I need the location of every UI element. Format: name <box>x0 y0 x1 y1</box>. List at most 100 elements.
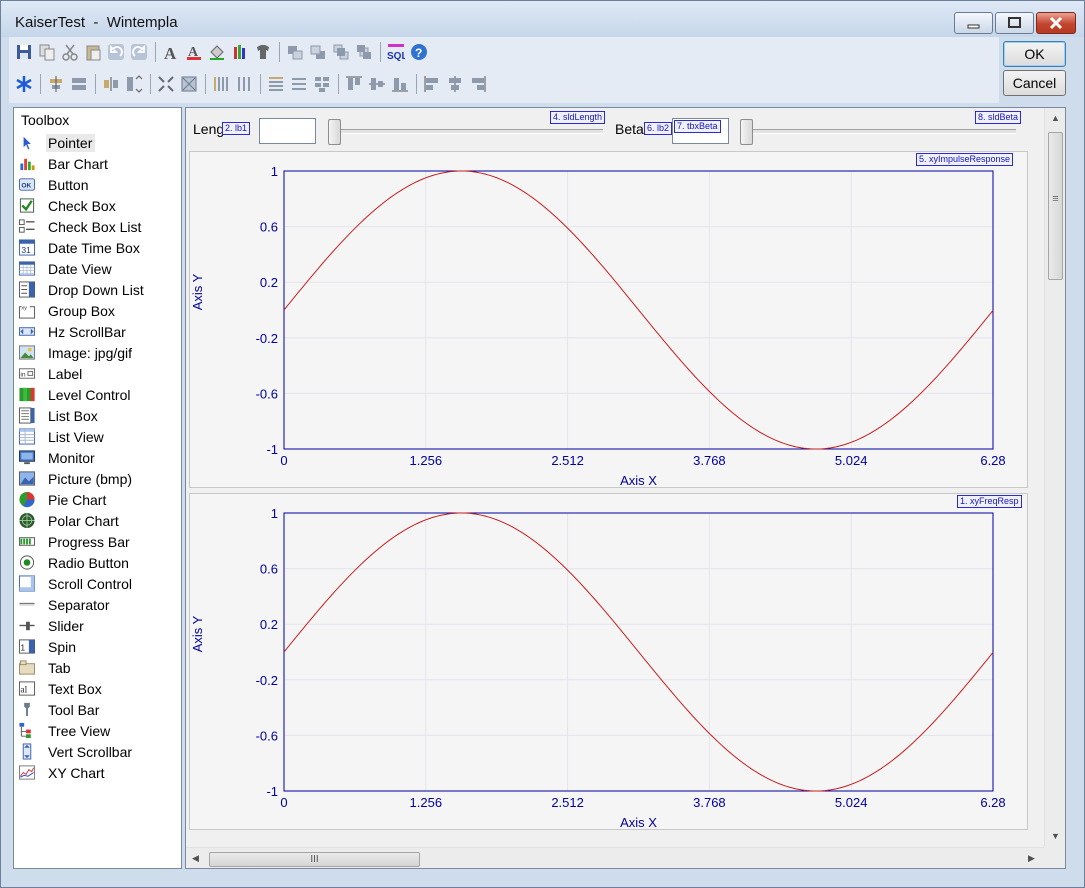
font-icon: A <box>164 44 177 61</box>
picture-icon <box>17 470 37 488</box>
tab-order-icon <box>16 76 32 92</box>
toolbox-item-monitor[interactable]: Monitor <box>17 447 177 468</box>
sql-button[interactable]: SQL <box>385 41 407 63</box>
length-label[interactable]: Leng <box>193 121 224 137</box>
send-back-button[interactable] <box>353 41 375 63</box>
toolbox-item-separator[interactable]: Separator <box>17 594 177 615</box>
align-middle-button[interactable] <box>366 73 388 95</box>
toolbox-item-list-view[interactable]: List View <box>17 426 177 447</box>
scroll-right-icon[interactable]: ▶ <box>1028 853 1035 864</box>
shirt-button[interactable] <box>252 41 274 63</box>
font-button[interactable]: A <box>160 41 182 63</box>
toolbox-item-radio-button[interactable]: Radio Button <box>17 552 177 573</box>
toolbox-item-bar-chart[interactable]: Bar Chart <box>17 153 177 174</box>
expand-button[interactable] <box>178 73 200 95</box>
rows-button[interactable] <box>265 73 287 95</box>
toolbox-item-list-box[interactable]: List Box <box>17 405 177 426</box>
check-box-icon <box>19 198 35 213</box>
minimize-button[interactable] <box>954 12 993 34</box>
align-center-button[interactable] <box>444 73 466 95</box>
scroll-left-icon[interactable]: ◀ <box>192 853 199 864</box>
toolbox-item-date-time-box[interactable]: 31 Date Time Box <box>17 237 177 258</box>
align-bottom-button[interactable] <box>389 73 411 95</box>
toolbox-item-date-view[interactable]: Date View <box>17 258 177 279</box>
cut-button[interactable] <box>59 41 81 63</box>
toolbox-item-tab[interactable]: Tab <box>17 657 177 678</box>
vertical-scrollbar[interactable]: ▲ ≡ ▼ <box>1044 108 1065 847</box>
close-button[interactable] <box>1036 12 1076 34</box>
align-center-icon <box>449 76 461 92</box>
svg-text:SQL: SQL <box>387 51 405 61</box>
rows-narrow-button[interactable] <box>288 73 310 95</box>
center-vertical-button[interactable] <box>68 73 90 95</box>
scroll-down-icon[interactable]: ▼ <box>1051 831 1060 841</box>
toolbox-item-hz-scrollbar[interactable]: Hz ScrollBar <box>17 321 177 342</box>
bring-forward-button[interactable] <box>284 41 306 63</box>
columns-button[interactable] <box>210 73 232 95</box>
toolbox-item-tree-view[interactable]: Tree View <box>17 720 177 741</box>
align-left-button[interactable] <box>421 73 443 95</box>
toolbox-item-progress-bar[interactable]: Progress Bar <box>17 531 177 552</box>
tab-order-button[interactable] <box>13 73 35 95</box>
y-tick-label: 0.2 <box>260 617 278 632</box>
toolbox-item-label: Slider <box>48 617 84 634</box>
vertical-scroll-thumb[interactable]: ≡ <box>1048 132 1063 280</box>
beta-label[interactable]: Beta <box>615 121 644 137</box>
font-color-button[interactable]: A <box>183 41 205 63</box>
impulse-response-chart[interactable]: 0 1.256 2.512 3.768 5.024 6.28 1 0.6 0.2 -0.2 -0.6… <box>189 151 1028 488</box>
send-backward-button[interactable] <box>307 41 329 63</box>
toolbox-item-spin[interactable]: 1 Spin <box>17 636 177 657</box>
toolbox-item-check-box[interactable]: Check Box <box>17 195 177 216</box>
paste-button[interactable] <box>82 41 104 63</box>
scroll-up-icon[interactable]: ▲ <box>1051 113 1060 123</box>
align-top-button[interactable] <box>343 73 365 95</box>
toolbox-item-check-box-list[interactable]: Check Box List <box>17 216 177 237</box>
center-horizontal-button[interactable] <box>45 73 67 95</box>
toolbox-item-drop-down-list[interactable]: Drop Down List <box>17 279 177 300</box>
columns-narrow-button[interactable] <box>233 73 255 95</box>
length-slider-thumb[interactable] <box>328 119 341 145</box>
toolbox-item-label: Pie Chart <box>48 491 107 508</box>
align-right-button[interactable] <box>467 73 489 95</box>
toolbox-item-vert-scrollbar[interactable]: Vert Scrollbar <box>17 741 177 762</box>
space-horizontal-button[interactable] <box>100 73 122 95</box>
toolbox-item-image[interactable]: Image: jpg/gif <box>17 342 177 363</box>
length-textbox[interactable] <box>259 118 316 144</box>
toolbox-item-button[interactable]: OK Button <box>17 174 177 195</box>
pencils-button[interactable] <box>229 41 251 63</box>
toolbox-item-picture[interactable]: Picture (bmp) <box>17 468 177 489</box>
cancel-button[interactable]: Cancel <box>1003 70 1066 96</box>
title-bar[interactable]: KaiserTest - Wintempla <box>1 1 1084 37</box>
horizontal-scroll-thumb[interactable]: III <box>209 852 420 867</box>
svg-text:al: al <box>20 685 27 695</box>
toolbox-item-scroll-control[interactable]: Scroll Control <box>17 573 177 594</box>
toolbox-item-xy-chart[interactable]: XY Chart <box>17 762 177 783</box>
maximize-button[interactable] <box>995 12 1034 34</box>
undo-button[interactable] <box>105 41 127 63</box>
toolbox-item-text-box[interactable]: al Text Box <box>17 678 177 699</box>
toolbox-item-pointer[interactable]: Pointer <box>17 132 177 153</box>
toolbox-item-polar-chart[interactable]: Polar Chart <box>17 510 177 531</box>
toolbox-item-label: Level Control <box>48 386 131 403</box>
space-vertical-button[interactable] <box>123 73 145 95</box>
horizontal-scrollbar[interactable]: ◀ III ▶ <box>186 847 1044 868</box>
bring-front-button[interactable] <box>330 41 352 63</box>
beta-slider-thumb[interactable] <box>740 119 753 145</box>
ok-button[interactable]: OK <box>1003 41 1066 67</box>
freq-response-chart[interactable]: 0 1.256 2.512 3.768 5.024 6.28 1 0.6 0.2 -0.2 -0.6… <box>189 493 1028 830</box>
shrink-button[interactable] <box>155 73 177 95</box>
toolbox-item-group-box[interactable]: xy Group Box <box>17 300 177 321</box>
toolbox-item-label[interactable]: in Label <box>17 363 177 384</box>
save-button[interactable] <box>13 41 35 63</box>
toolbox-item-level-control[interactable]: Level Control <box>17 384 177 405</box>
help-button[interactable]: ? <box>408 41 430 63</box>
toolbox-item-tool-bar[interactable]: Tool Bar <box>17 699 177 720</box>
toolbox-item-slider[interactable]: Slider <box>17 615 177 636</box>
toolbox-item-pie-chart[interactable]: Pie Chart <box>17 489 177 510</box>
shrink-icon <box>158 76 174 92</box>
toolbox-item-label: Radio Button <box>48 554 129 571</box>
copy-button[interactable] <box>36 41 58 63</box>
redo-button[interactable] <box>128 41 150 63</box>
grid-button[interactable] <box>311 73 333 95</box>
fill-color-button[interactable] <box>206 41 228 63</box>
